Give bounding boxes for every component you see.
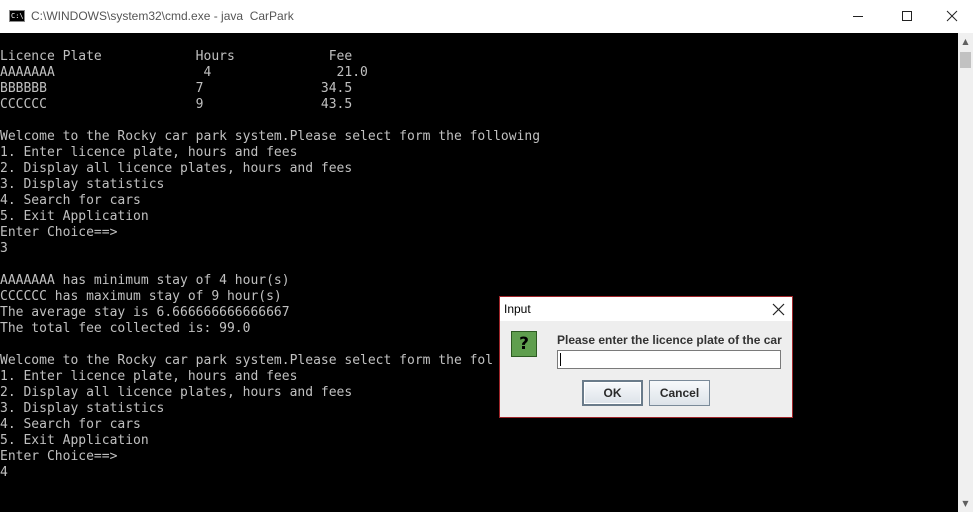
console-line: 2. Display all licence plates, hours and…: [0, 385, 353, 400]
console-line: 3. Display statistics: [0, 177, 165, 192]
console-line: AAAAAAA has minimum stay of 4 hour(s): [0, 273, 290, 288]
input-dialog: Input ? Please enter the licence plate o…: [499, 296, 793, 418]
dialog-title-bar[interactable]: Input: [500, 297, 792, 321]
console-output[interactable]: Licence Plate Hours Fee AAAAAAA 4 21.0 BBB…: [0, 33, 958, 512]
dialog-message: Please enter the licence plate of the ca…: [557, 333, 782, 347]
question-icon-glyph: ?: [519, 333, 529, 354]
console-line: The average stay is 6.666666666666667: [0, 305, 290, 320]
close-icon: [772, 303, 784, 315]
ok-button[interactable]: OK: [582, 380, 643, 406]
window-title: C:\WINDOWS\system32\cmd.exe - java CarPa…: [31, 9, 294, 23]
scroll-down-arrow-icon[interactable]: ▼: [958, 495, 973, 512]
console-line: 4. Search for cars: [0, 417, 141, 432]
cmd-icon[interactable]: C:\.: [9, 10, 28, 22]
vertical-scrollbar[interactable]: ▲ ▼: [958, 33, 973, 512]
console-lines: Licence Plate Hours Fee AAAAAAA 4 21.0 BBB…: [0, 49, 540, 481]
console-line: CCCCCC has maximum stay of 9 hour(s): [0, 289, 282, 304]
question-icon: ?: [511, 331, 537, 357]
close-button[interactable]: [929, 0, 973, 32]
dialog-title: Input: [504, 302, 531, 316]
console-line: AAAAAAA 4 21.0: [0, 65, 368, 80]
console-line: Enter Choice==>: [0, 225, 118, 240]
console-line: The total fee collected is: 99.0: [0, 321, 251, 336]
maximize-button[interactable]: [884, 0, 930, 32]
console-line: BBBBBB 7 34.5: [0, 81, 353, 96]
maximize-icon: [902, 11, 912, 21]
cmd-icon-text: C:\.: [11, 12, 28, 20]
console-line: Licence Plate Hours Fee: [0, 49, 353, 64]
scrollbar-thumb[interactable]: [960, 52, 971, 68]
console-line: 4. Search for cars: [0, 193, 141, 208]
cancel-button[interactable]: Cancel: [649, 380, 710, 406]
scroll-up-arrow-icon[interactable]: ▲: [958, 33, 973, 50]
close-icon: [946, 10, 958, 22]
licence-plate-input[interactable]: [557, 350, 781, 369]
console-line: 4: [0, 465, 8, 480]
text-caret: [560, 353, 561, 366]
console-line: 5. Exit Application: [0, 433, 149, 448]
console-line: CCCCCC 9 43.5: [0, 97, 353, 112]
window-title-bar[interactable]: C:\. C:\WINDOWS\system32\cmd.exe - java …: [0, 0, 973, 33]
console-line: 1. Enter licence plate, hours and fees: [0, 145, 298, 160]
dialog-close-button[interactable]: [770, 301, 786, 317]
console-line: Enter Choice==>: [0, 449, 118, 464]
console-line: 3: [0, 241, 8, 256]
minimize-icon: [853, 16, 863, 17]
console-line: Welcome to the Rocky car park system.Ple…: [0, 353, 494, 368]
console-line: 3. Display statistics: [0, 401, 165, 416]
console-line: 5. Exit Application: [0, 209, 149, 224]
minimize-button[interactable]: [835, 0, 881, 32]
console-line: 1. Enter licence plate, hours and fees: [0, 369, 298, 384]
console-line: Welcome to the Rocky car park system.Ple…: [0, 129, 541, 144]
console-line: 2. Display all licence plates, hours and…: [0, 161, 353, 176]
